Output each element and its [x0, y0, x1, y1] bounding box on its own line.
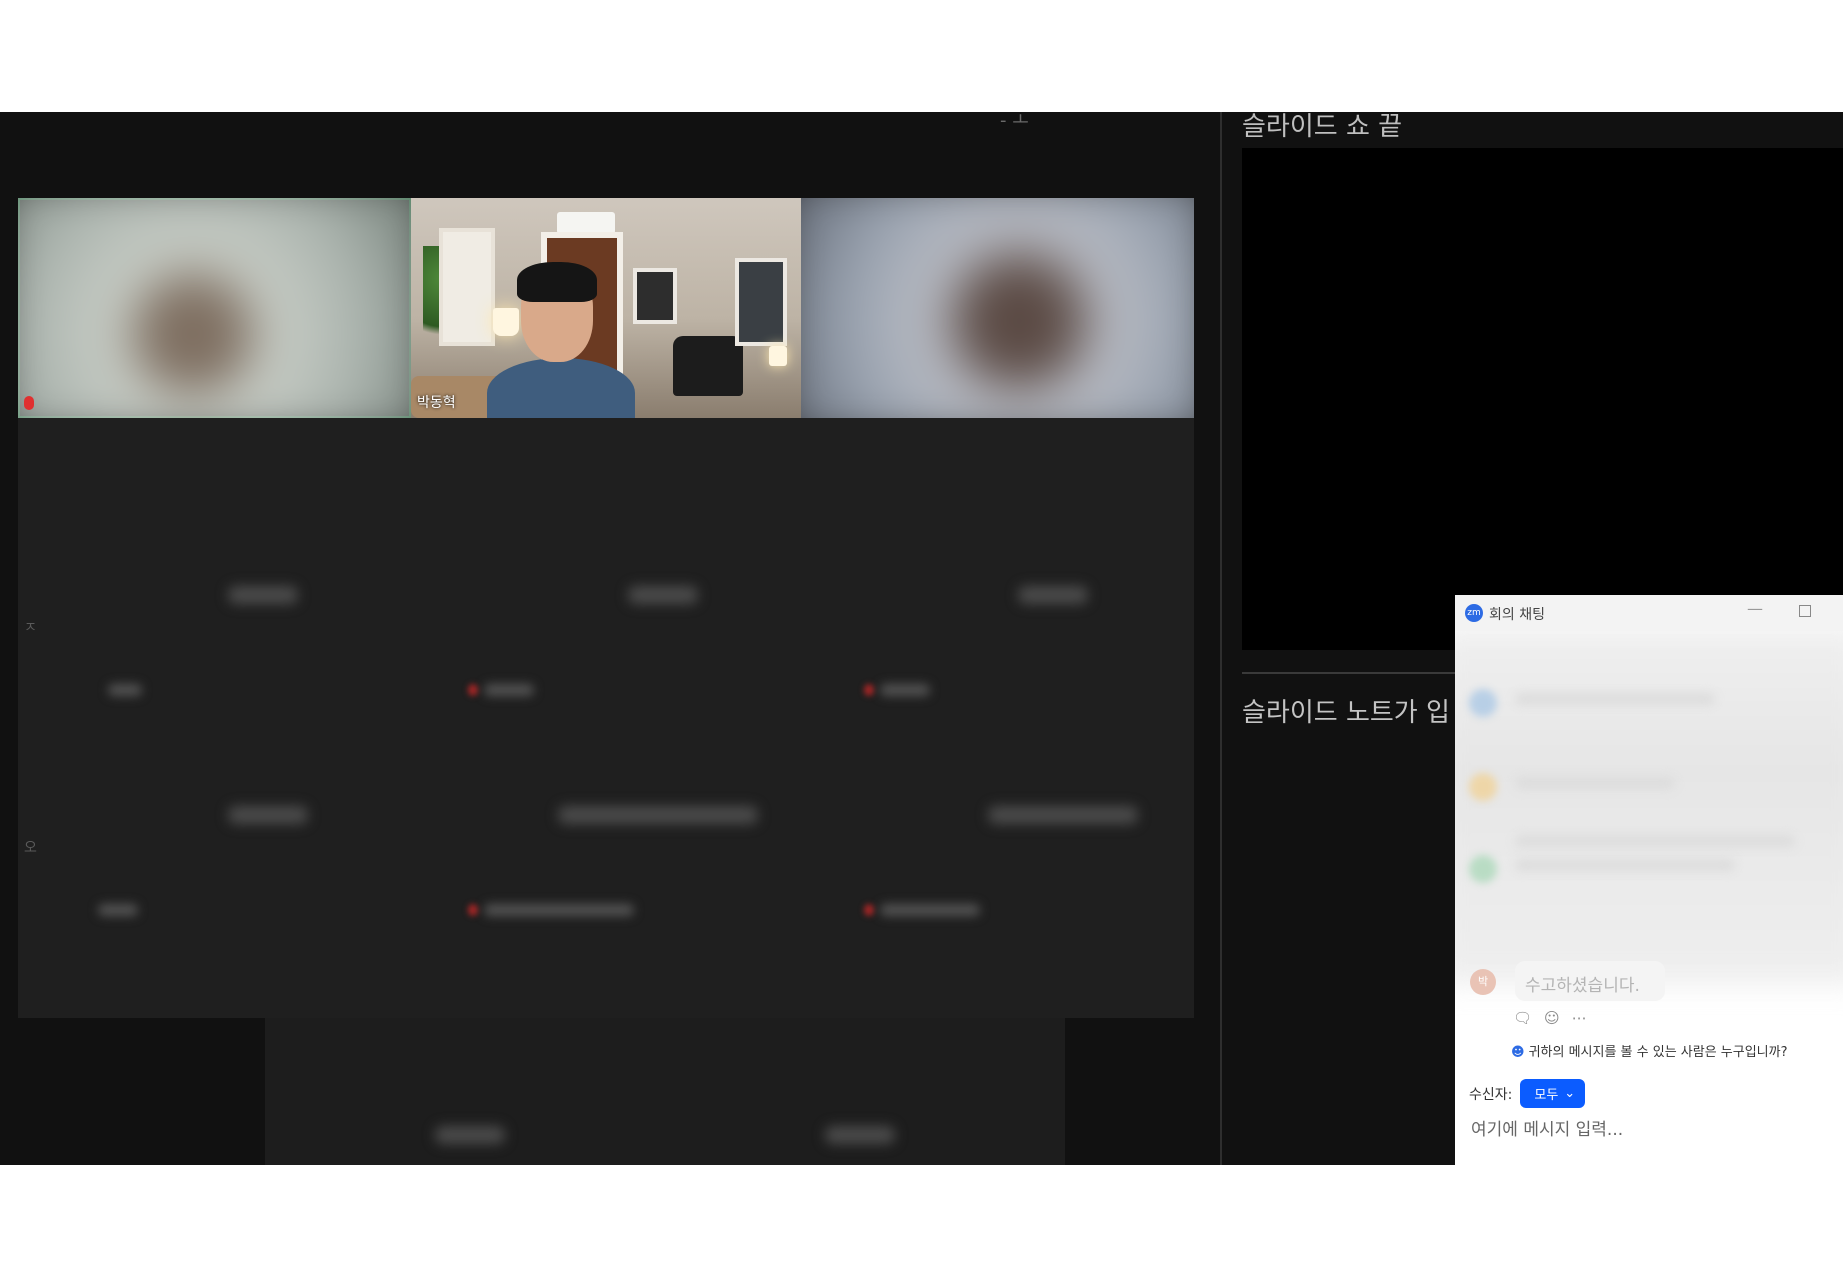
- blurred-name: [558, 806, 758, 824]
- recipient-value: 모두: [1534, 1088, 1559, 1103]
- blurred-name: [1018, 586, 1088, 604]
- muted-mic-icon: [468, 684, 478, 696]
- blurred-name: [435, 1126, 505, 1144]
- next-slide-preview: [1242, 148, 1843, 650]
- participant-video: [411, 198, 801, 418]
- gallery-view: - ㅗ 박동혁 ㅈ 오: [0, 112, 1220, 1165]
- chat-message-input[interactable]: [1469, 1111, 1833, 1149]
- blurred-message: [1515, 777, 1675, 789]
- blurred-name: [228, 806, 308, 824]
- video-tile-3[interactable]: [801, 198, 1194, 418]
- blurred-label: [98, 904, 138, 916]
- blurred-name: [228, 586, 298, 604]
- blurred-chat-history: [1455, 625, 1843, 985]
- recipient-row: 수신자: 모두 ⌄: [1469, 1079, 1586, 1108]
- edge-label: ㅈ: [24, 620, 37, 636]
- chat-message-text: 수고하셨습니다.: [1525, 976, 1640, 996]
- gallery-grid: 박동혁: [18, 198, 1194, 1018]
- muted-mic-icon: [468, 904, 478, 916]
- wall-art-shape: [735, 258, 787, 346]
- video-tile-2[interactable]: 박동혁: [411, 198, 801, 418]
- blurred-label: [484, 684, 534, 696]
- person-icon: ☻: [1511, 1045, 1525, 1060]
- avatar: [1469, 855, 1497, 883]
- blurred-message: [1515, 693, 1715, 705]
- slide-notes-label: 슬라이드 노트가 입: [1242, 698, 1450, 728]
- window-shape: [439, 228, 495, 346]
- avatar: [1469, 689, 1497, 717]
- blurred-label: [880, 904, 980, 916]
- air-conditioner-shape: [557, 212, 615, 234]
- edge-label: 오: [24, 840, 37, 856]
- meeting-chat-panel: zm 회의 채팅 — 박 수고하셨습니다. 🗨︎ ☺︎ ⋯ ☻ 귀하의 메시지를 …: [1455, 595, 1843, 1165]
- chevron-down-icon: ⌄: [1564, 1086, 1576, 1101]
- chat-title: 회의 채팅: [1489, 607, 1545, 623]
- who-can-see-text: 귀하의 메시지를 볼 수 있는 사람은 누구입니까?: [1528, 1045, 1788, 1060]
- maximize-icon[interactable]: [1799, 605, 1811, 617]
- recipient-dropdown[interactable]: 모두 ⌄: [1520, 1079, 1586, 1108]
- slide-show-end-label: 슬라이드 쇼 끝: [1242, 112, 1403, 142]
- muted-mic-icon: [24, 396, 34, 410]
- chair-shape: [673, 336, 743, 396]
- lamp-shape: [769, 346, 787, 366]
- avatar: [1469, 773, 1497, 801]
- add-reaction-icon[interactable]: ☺︎: [1544, 1009, 1560, 1027]
- zoom-app-window: - ㅗ 박동혁 ㅈ 오 슬라이드 쇼 끝 슬라이드 노트가 입 zm 회의 채팅…: [0, 112, 1843, 1165]
- blurred-video: [18, 198, 411, 418]
- top-label-fragment: - ㅗ: [1000, 112, 1029, 131]
- lamp-shape: [493, 308, 519, 336]
- blurred-name: [825, 1126, 895, 1144]
- reply-icon[interactable]: 🗨︎: [1513, 1009, 1532, 1027]
- blurred-label: [108, 684, 142, 696]
- message-actions: 🗨︎ ☺︎ ⋯: [1513, 1009, 1587, 1027]
- blurred-label: [880, 684, 930, 696]
- avatar: 박: [1470, 969, 1496, 995]
- more-icon[interactable]: ⋯: [1572, 1009, 1587, 1027]
- minimize-icon[interactable]: —: [1747, 599, 1763, 618]
- participant-name: 박동혁: [417, 395, 456, 411]
- blurred-name: [988, 806, 1138, 824]
- muted-mic-icon: [864, 904, 874, 916]
- wall-art-shape: [633, 268, 677, 324]
- blurred-name: [628, 586, 698, 604]
- who-can-see-link[interactable]: ☻ 귀하의 메시지를 볼 수 있는 사람은 누구입니까?: [1511, 1041, 1788, 1060]
- blurred-message: [1515, 859, 1735, 871]
- gallery-grid-lower: [265, 1018, 1065, 1165]
- recipient-label: 수신자:: [1469, 1086, 1513, 1103]
- video-tile-1[interactable]: [18, 198, 411, 418]
- muted-mic-icon: [864, 684, 874, 696]
- chat-titlebar[interactable]: zm 회의 채팅 —: [1455, 595, 1843, 631]
- blurred-video: [801, 198, 1194, 418]
- chat-message[interactable]: 수고하셨습니다.: [1515, 961, 1665, 1001]
- zoom-app-icon: zm: [1465, 604, 1483, 622]
- blurred-message: [1515, 835, 1795, 847]
- blurred-label: [484, 904, 634, 916]
